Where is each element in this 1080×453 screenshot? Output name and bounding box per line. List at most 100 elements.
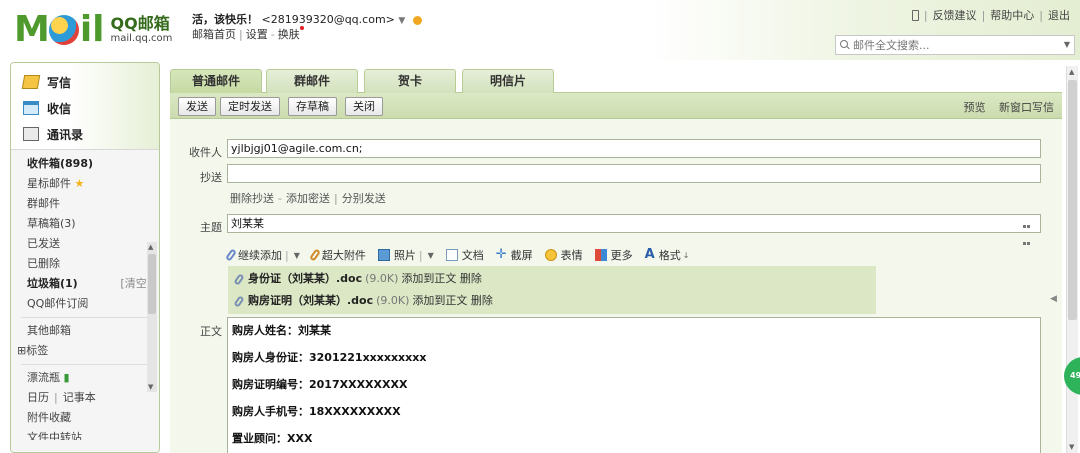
screenshot-button[interactable]: ✛ 截屏 bbox=[496, 247, 533, 263]
body-line: 购房证明编号：2017XXXXXXXX bbox=[232, 378, 408, 391]
cc-field[interactable] bbox=[227, 164, 1041, 183]
cc-label: 抄送 bbox=[200, 171, 222, 184]
compose-tabs: 普通邮件 群邮件 贺卡 明信片 bbox=[170, 66, 1062, 94]
collapse-arrow-icon[interactable]: ◀ bbox=[1050, 294, 1057, 304]
contacts-icon bbox=[23, 127, 39, 141]
scroll-up-icon[interactable]: ▲ bbox=[148, 243, 153, 251]
send-button[interactable]: 发送 bbox=[178, 97, 216, 116]
attachment-item: 身份证（刘某某）.doc (9.0K) 添加到正文 删除 bbox=[233, 269, 482, 289]
help-center-link[interactable]: 帮助中心 bbox=[990, 7, 1034, 23]
tab-greeting-card[interactable]: 贺卡 bbox=[364, 69, 456, 93]
more-button[interactable]: 更多 bbox=[594, 247, 633, 263]
body-line: 购房人姓名：刘某某 bbox=[232, 324, 331, 337]
folder-starred[interactable]: 星标邮件 ★ bbox=[11, 174, 159, 194]
settings-link[interactable]: 设置 bbox=[246, 28, 268, 41]
save-draft-button[interactable]: 存草稿 bbox=[288, 97, 337, 116]
status-icon[interactable] bbox=[412, 15, 422, 25]
tab-normal-mail[interactable]: 普通邮件 bbox=[170, 69, 262, 94]
scroll-down-icon[interactable]: ▼ bbox=[148, 383, 153, 391]
notification-dot bbox=[299, 26, 304, 30]
scroll-thumb[interactable] bbox=[1068, 80, 1077, 320]
format-icon: A bbox=[644, 247, 655, 262]
folder-deleted[interactable]: 已删除 bbox=[11, 254, 159, 274]
sidebar-scrollbar[interactable]: ▲ ▼ bbox=[147, 242, 157, 392]
remove-cc-link[interactable]: 删除抄送 bbox=[230, 192, 274, 205]
document-button[interactable]: 文档 bbox=[445, 247, 484, 263]
attachment-list: 身份证（刘某某）.doc (9.0K) 添加到正文 删除 购房证明（刘某某）.d… bbox=[228, 266, 876, 314]
search-input[interactable] bbox=[853, 38, 1063, 52]
calendar-link[interactable]: 日历 bbox=[27, 391, 49, 404]
add-bcc-link[interactable]: 添加密送 bbox=[286, 192, 330, 205]
add-attachment-button[interactable]: 继续添加 | ▼ bbox=[225, 247, 300, 263]
tab-group-mail[interactable]: 群邮件 bbox=[266, 69, 358, 93]
folder-drafts[interactable]: 草稿箱(3) bbox=[11, 214, 159, 234]
body-editor[interactable]: 购房人姓名：刘某某 购房人身份证：3201221xxxxxxxxx 购房证明编号… bbox=[227, 317, 1041, 453]
folder-spam[interactable]: 垃圾箱(1) [清空] bbox=[11, 274, 159, 294]
logo-url: mail.qq.com bbox=[110, 33, 173, 44]
receive-mail-button[interactable]: 收信 bbox=[23, 95, 159, 121]
contacts-button[interactable]: 通讯录 bbox=[23, 121, 159, 147]
greeting-text: 活，该快乐！ bbox=[192, 13, 258, 26]
scroll-up-icon[interactable]: ▲ bbox=[1069, 68, 1074, 76]
folder-other-mailboxes[interactable]: 其他邮箱 bbox=[11, 321, 159, 341]
change-skin-link[interactable]: 换肤 bbox=[278, 28, 300, 41]
chevron-down-icon[interactable]: ▼ bbox=[398, 16, 405, 26]
logo-name: QQ邮箱 bbox=[110, 14, 170, 33]
scroll-thumb[interactable] bbox=[148, 254, 156, 314]
chevron-down-icon[interactable]: ▼ bbox=[294, 251, 300, 260]
search-icon[interactable] bbox=[840, 40, 850, 50]
body-line: 购房人身份证：3201221xxxxxxxxx bbox=[232, 351, 427, 364]
page-scrollbar[interactable]: ▲ ▼ bbox=[1066, 66, 1078, 453]
emoji-button[interactable]: 表情 bbox=[544, 247, 583, 263]
separate-send-link[interactable]: 分别发送 bbox=[342, 192, 386, 205]
photo-button[interactable]: 照片 | ▼ bbox=[377, 247, 434, 263]
attachment-toolbar: 继续添加 | ▼ 超大附件 照片 | ▼ 文档 ✛ 截屏 表情 更多 A 格式 ↓ bbox=[225, 247, 701, 263]
folder-list: 收件箱(898) 星标邮件 ★ 群邮件 草稿箱(3) 已发送 已删除 垃圾箱(1… bbox=[11, 149, 159, 452]
new-window-link[interactable]: 新窗口写信 bbox=[999, 101, 1054, 114]
attachment-name: 购房证明（刘某某）.doc bbox=[248, 294, 374, 307]
phone-icon[interactable] bbox=[911, 9, 919, 21]
subject-label: 主题 bbox=[200, 221, 222, 234]
search-box[interactable]: ▼ bbox=[835, 35, 1075, 55]
write-mail-button[interactable]: 写信 bbox=[21, 69, 159, 95]
attachment-item: 购房证明（刘某某）.doc (9.0K) 添加到正文 删除 bbox=[233, 291, 493, 311]
mailbox-home-link[interactable]: 邮箱首页 bbox=[192, 28, 236, 41]
folder-sent[interactable]: 已发送 bbox=[11, 234, 159, 254]
logout-link[interactable]: 退出 bbox=[1048, 7, 1070, 23]
app-drift-bottle[interactable]: 漂流瓶 ▮ bbox=[11, 368, 159, 388]
preview-link[interactable]: 预览 bbox=[964, 101, 986, 114]
header-sublinks: 邮箱首页 | 设置 - 换肤 bbox=[192, 26, 304, 42]
compose-panel: 普通邮件 群邮件 贺卡 明信片 发送 定时发送 存草稿 关闭 预览 新窗口写信 … bbox=[170, 66, 1062, 453]
attachment-name: 身份证（刘某某）.doc bbox=[248, 272, 363, 285]
folder-group-mail[interactable]: 群邮件 bbox=[11, 194, 159, 214]
logo-circle-icon bbox=[48, 15, 79, 45]
chevron-down-icon[interactable]: ↓ bbox=[683, 251, 690, 260]
attachment-size: (9.0K) bbox=[376, 294, 410, 307]
large-attachment-button[interactable]: 超大附件 bbox=[308, 247, 366, 263]
to-field[interactable]: yjlbjgj01@agile.com.cn; bbox=[227, 139, 1041, 158]
folder-qq-subscription[interactable]: QQ邮件订阅 bbox=[11, 294, 159, 314]
scheduled-send-button[interactable]: 定时发送 bbox=[220, 97, 280, 116]
compose-form: 收件人 yjlbjgj01@agile.com.cn; 抄送 删除抄送 - 添加密送… bbox=[170, 119, 1062, 453]
app-file-transfer[interactable]: 文件中转站 bbox=[11, 428, 159, 440]
tab-postcard[interactable]: 明信片 bbox=[462, 69, 554, 93]
template-grid-icon[interactable] bbox=[1023, 217, 1037, 245]
qq-mail-logo[interactable]: M il QQ邮箱 mail.qq.com bbox=[14, 10, 172, 50]
chevron-down-icon[interactable]: ▼ bbox=[1064, 40, 1070, 49]
close-button[interactable]: 关闭 bbox=[345, 97, 383, 116]
body-line: 置业顾问：XXX bbox=[232, 432, 313, 445]
user-email[interactable]: <281939320@qq.com> bbox=[262, 13, 395, 26]
format-button[interactable]: A 格式 ↓ bbox=[645, 247, 690, 263]
attachment-actions[interactable]: 添加到正文 删除 bbox=[401, 269, 482, 289]
scroll-down-icon[interactable]: ▼ bbox=[1069, 443, 1074, 451]
attachment-actions[interactable]: 添加到正文 删除 bbox=[412, 291, 493, 311]
chevron-down-icon[interactable]: ▼ bbox=[428, 251, 434, 260]
app-attachment-favorites[interactable]: 附件收藏 bbox=[11, 408, 159, 428]
subject-field[interactable]: 刘某某 bbox=[227, 214, 1041, 245]
top-links: | 反馈建议 | 帮助中心 | 退出 bbox=[911, 7, 1070, 23]
notebook-link[interactable]: 记事本 bbox=[63, 391, 96, 404]
folder-tags[interactable]: ⊞标签 bbox=[11, 341, 159, 361]
feedback-link[interactable]: 反馈建议 bbox=[933, 7, 977, 23]
subject-value: 刘某某 bbox=[231, 217, 264, 230]
folder-inbox[interactable]: 收件箱(898) bbox=[11, 154, 159, 174]
